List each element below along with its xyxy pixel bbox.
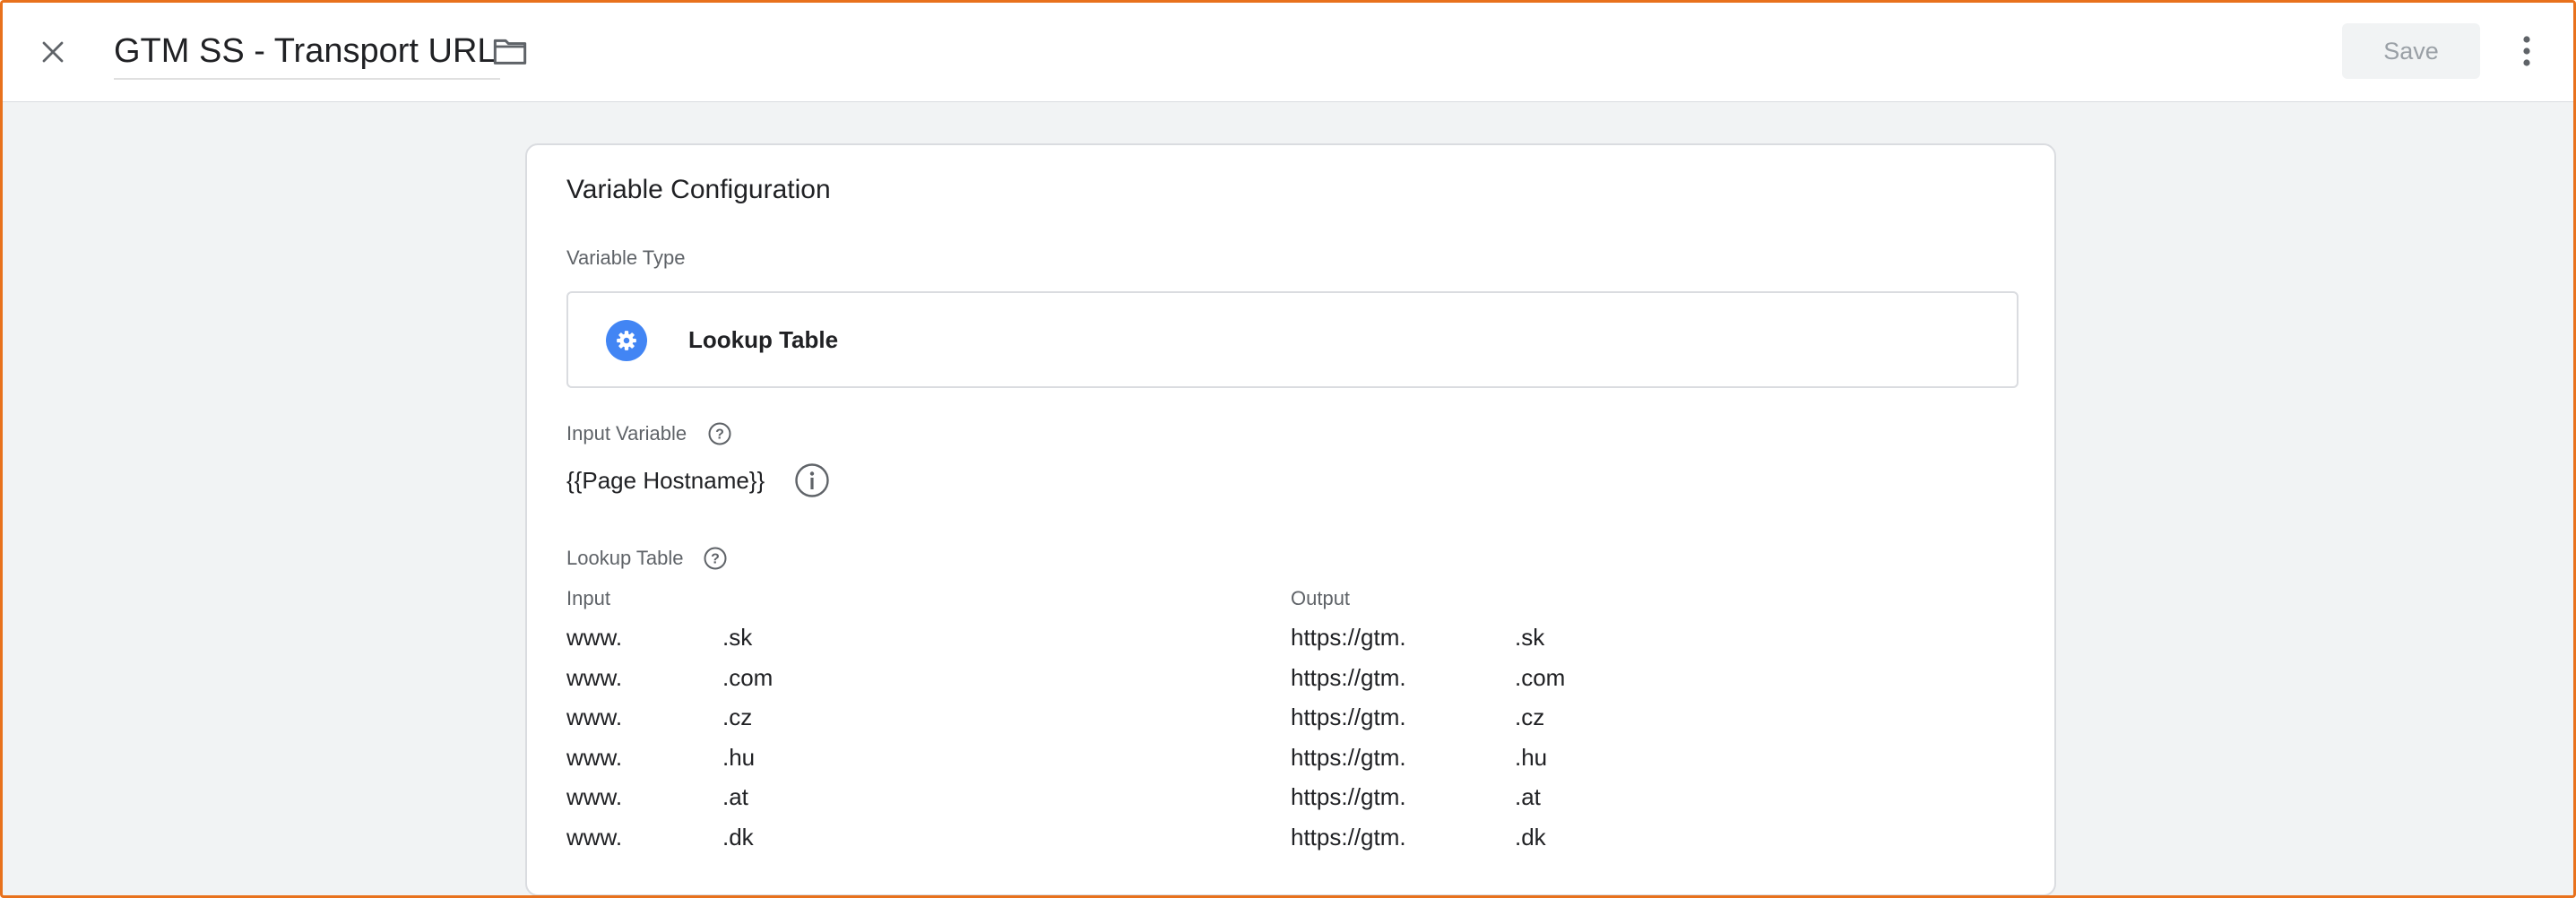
input-cell-prefix: www. [566,744,623,771]
output-cell-prefix: https://gtm. [1291,783,1406,810]
variable-type-name: Lookup Table [688,326,839,353]
input-cell-suffix: .hu [722,744,756,771]
svg-text:?: ? [711,552,720,567]
input-variable-info-button[interactable] [792,461,832,500]
top-bar: GTM SS - Transport URL Save [3,3,2573,102]
info-icon [795,463,829,497]
title-field[interactable]: GTM SS - Transport URL [114,28,500,80]
variable-type-icon [606,320,647,361]
more-options-button[interactable] [2509,28,2545,74]
table-header-output: Output [1291,587,1351,609]
more-vert-icon [2523,36,2530,66]
output-cell-prefix: https://gtm. [1291,744,1406,771]
output-cell-prefix: https://gtm. [1291,704,1406,730]
folder-button[interactable] [487,30,533,73]
input-cell-prefix: www. [566,783,623,810]
help-icon[interactable]: ? [707,421,732,446]
table-row: www. .dk https://gtm. .dk [566,819,2001,855]
gear-icon [617,331,636,350]
input-cell-suffix: .com [722,664,774,691]
svg-text:?: ? [715,427,724,443]
lookup-table-label: Lookup Table [566,547,684,569]
output-cell-suffix: .com [1515,664,1566,691]
output-cell-suffix: .sk [1515,624,1545,651]
table-row: www. .at https://gtm. .at [566,779,2001,815]
output-cell-prefix: https://gtm. [1291,624,1406,651]
help-icon[interactable]: ? [703,546,728,571]
input-cell-suffix: .dk [722,824,754,851]
output-cell-suffix: .cz [1515,704,1545,730]
output-cell-suffix: .hu [1515,744,1548,771]
folder-icon [493,39,527,65]
table-row: www. .sk https://gtm. .sk [566,619,2001,655]
window-frame: GTM SS - Transport URL Save Variable Con… [0,0,2576,898]
card-title: Variable Configuration [566,175,831,204]
input-variable-value: {{Page Hostname}} [566,467,765,494]
input-variable-label: Input Variable [566,422,687,445]
close-icon [42,41,64,63]
input-cell-prefix: www. [566,704,623,730]
input-cell-suffix: .sk [722,624,753,651]
variable-type-selector[interactable]: Lookup Table [566,291,2018,388]
page-title: GTM SS - Transport URL [114,32,497,70]
save-button[interactable]: Save [2342,23,2480,79]
input-cell-suffix: .at [722,783,748,810]
variable-type-label: Variable Type [566,246,686,269]
table-row: www. .hu https://gtm. .hu [566,739,2001,775]
input-cell-prefix: www. [566,824,623,851]
output-cell-suffix: .at [1515,783,1541,810]
input-cell-prefix: www. [566,664,623,691]
output-cell-suffix: .dk [1515,824,1546,851]
table-header-input: Input [566,587,610,609]
input-cell-suffix: .cz [722,704,753,730]
close-button[interactable] [31,30,74,73]
table-row: www. .cz https://gtm. .cz [566,699,2001,735]
input-cell-prefix: www. [566,624,623,651]
output-cell-prefix: https://gtm. [1291,664,1406,691]
table-row: www. .com https://gtm. .com [566,660,2001,695]
output-cell-prefix: https://gtm. [1291,824,1406,851]
variable-configuration-card[interactable]: Variable Configuration Variable Type Loo… [525,143,2056,895]
